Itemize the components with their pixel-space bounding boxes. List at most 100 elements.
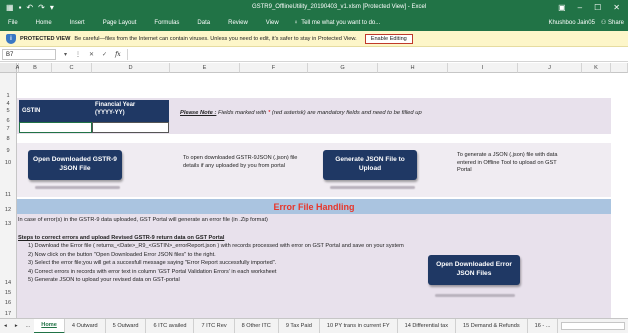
- user-name[interactable]: Khushboo Jain05: [549, 20, 601, 26]
- window-controls: ▣ – ☐ ✕: [558, 3, 628, 12]
- tab-file[interactable]: File: [0, 14, 27, 31]
- select-all-corner[interactable]: [0, 63, 17, 73]
- open-error-json-button[interactable]: Open Downloaded Error JSON Files: [428, 255, 520, 285]
- tab-page-layout[interactable]: Page Layout: [94, 14, 146, 31]
- row-header-14[interactable]: 14: [0, 228, 17, 287]
- shield-icon: i: [6, 33, 16, 44]
- cancel-icon[interactable]: ✕: [89, 51, 94, 58]
- sheet-tab-15-demand-refunds[interactable]: 15 Demand & Refunds: [456, 318, 528, 333]
- column-header-b[interactable]: B: [19, 63, 52, 73]
- title-bar: ▦ ▪ ↶ ↷ ▾ GSTR9_OfflineUtility_20190403_…: [0, 0, 628, 14]
- insert-function-icon[interactable]: fx: [115, 51, 121, 58]
- formula-input[interactable]: [126, 49, 628, 60]
- blurred-text: [330, 186, 415, 189]
- sheet-tabs-bar: ◂ ▸ ... Home 4 Outward 5 Outward 6 ITC a…: [0, 318, 628, 333]
- excel-logo-icon: ▦: [6, 2, 14, 12]
- sheet-tab-7-itc-rev[interactable]: 7 ITC Rev: [194, 318, 235, 333]
- column-header-j[interactable]: J: [518, 63, 582, 73]
- tab-insert[interactable]: Insert: [61, 14, 94, 31]
- column-header-e[interactable]: E: [170, 63, 240, 73]
- formula-bar: B7 ▾ ⋮ ✕ ✓ fx: [0, 48, 628, 62]
- row-header-8[interactable]: 8: [0, 133, 17, 143]
- maximize-icon[interactable]: ☐: [594, 3, 601, 12]
- customize-toolbar-icon[interactable]: ▾: [50, 3, 54, 12]
- sheet-tab-home[interactable]: Home: [34, 318, 65, 333]
- close-icon[interactable]: ✕: [613, 3, 620, 12]
- gstin-input-cell[interactable]: [19, 122, 92, 133]
- column-header-overflow: [611, 63, 628, 73]
- row-header-4[interactable]: 4: [0, 100, 17, 108]
- minimize-icon[interactable]: –: [578, 3, 582, 12]
- row-header-6[interactable]: 6: [0, 115, 17, 125]
- protected-view-bar: i PROTECTED VIEW Be careful—files from t…: [0, 31, 628, 47]
- name-box-dropdown-icon[interactable]: ▾: [64, 51, 67, 58]
- sheet-prev-icon[interactable]: ◂: [0, 323, 11, 329]
- sheet-tab-9-tax-paid[interactable]: 9 Tax Paid: [279, 318, 320, 333]
- steps-title: Steps to correct errors and upload Revis…: [18, 235, 225, 241]
- row-header-7[interactable]: 7: [0, 125, 17, 133]
- column-header-f[interactable]: F: [240, 63, 308, 73]
- sheet-tab-16[interactable]: 16 - ...: [528, 318, 559, 333]
- sheet-tab-6-itc-availed[interactable]: 6 ITC availed: [146, 318, 195, 333]
- share-button[interactable]: ⚇ Share: [601, 19, 628, 26]
- row-header-16[interactable]: 16: [0, 297, 17, 307]
- sheet-more-icon[interactable]: ...: [22, 323, 35, 329]
- sheet-next-icon[interactable]: ▸: [11, 323, 22, 329]
- horizontal-scrollbar[interactable]: [561, 322, 625, 330]
- redo-icon[interactable]: ↷: [38, 3, 45, 12]
- generate-json-description: To generate a JSON (.json) file with dat…: [457, 152, 558, 174]
- tab-formulas[interactable]: Formulas: [145, 14, 188, 31]
- note-text-2: (red asterisk) are mandatory fields and …: [270, 110, 422, 116]
- tab-review[interactable]: Review: [219, 14, 257, 31]
- sheet-tab-10-py-trans[interactable]: 10 PY trans in current FY: [320, 318, 398, 333]
- save-icon[interactable]: ▪: [19, 3, 22, 12]
- row-header-17[interactable]: 17: [0, 307, 17, 318]
- row-header-11[interactable]: 11: [0, 167, 17, 199]
- tell-me-text: Tell me what you want to do...: [301, 19, 381, 26]
- row-header-9[interactable]: 9: [0, 143, 17, 155]
- sheet-tab-14-differential-tax[interactable]: 14 Differential tax: [398, 318, 457, 333]
- enable-editing-button[interactable]: Enable Editing: [364, 33, 413, 44]
- row-header-15[interactable]: 15: [0, 287, 17, 297]
- error-steps: Steps to correct errors and upload Revis…: [18, 234, 404, 284]
- step-item: 2) Now click on the button "Open Downloa…: [28, 251, 216, 258]
- row-header-13[interactable]: 13: [0, 214, 17, 228]
- open-gstr9-json-button[interactable]: Open Downloaded GSTR-9 JSON File: [28, 150, 122, 180]
- sheet-tab-4-outward[interactable]: 4 Outward: [65, 318, 106, 333]
- column-header-d[interactable]: D: [92, 63, 170, 73]
- row-header-1[interactable]: 1: [0, 73, 17, 100]
- column-header-c[interactable]: C: [52, 63, 92, 73]
- row-header-12[interactable]: 12: [0, 199, 17, 214]
- gstin-header: GSTIN: [19, 100, 92, 122]
- tab-home[interactable]: Home: [27, 14, 61, 31]
- generate-json-button[interactable]: Generate JSON File to Upload: [323, 150, 417, 180]
- lightbulb-icon: ♀: [293, 19, 299, 26]
- column-header-g[interactable]: G: [308, 63, 378, 73]
- protected-view-label: PROTECTED VIEW: [20, 35, 71, 42]
- row-header-10[interactable]: 10: [0, 155, 17, 167]
- sheet-tab-5-outward[interactable]: 5 Outward: [106, 318, 147, 333]
- mandatory-note: Please Note : Fields marked with * (red …: [180, 110, 422, 116]
- tell-me-box[interactable]: ♀ Tell me what you want to do...: [288, 20, 381, 26]
- note-text-1: Fields marked with: [216, 110, 268, 116]
- financial-year-input-cell[interactable]: [92, 122, 169, 133]
- blurred-text: [435, 294, 515, 297]
- step-item: 5) Generate JSON to upload your revised …: [28, 276, 180, 283]
- sheet-tab-8-other-itc[interactable]: 8 Other ITC: [235, 318, 279, 333]
- step-item: 4) Correct errors in records with error …: [28, 268, 277, 275]
- quick-access-toolbar: ▦ ▪ ↶ ↷ ▾: [0, 3, 120, 12]
- tab-view[interactable]: View: [257, 14, 288, 31]
- column-header-k[interactable]: K: [582, 63, 611, 73]
- ribbon-tabs: File Home Insert Page Layout Formulas Da…: [0, 14, 628, 31]
- undo-icon[interactable]: ↶: [26, 3, 33, 12]
- column-header-i[interactable]: I: [448, 63, 518, 73]
- tab-data[interactable]: Data: [188, 14, 219, 31]
- row-header-5[interactable]: 5: [0, 108, 17, 115]
- share-icon: ⚇: [600, 20, 607, 26]
- open-gstr9-description: To open downloaded GSTR-9JSON (.json) fi…: [183, 155, 298, 169]
- name-box[interactable]: B7: [2, 49, 56, 60]
- confirm-icon[interactable]: ✓: [102, 51, 107, 58]
- step-item: 3) Select the error file;you will get a …: [28, 260, 277, 267]
- column-header-h[interactable]: H: [378, 63, 448, 73]
- ribbon-display-options-icon[interactable]: ▣: [558, 3, 566, 12]
